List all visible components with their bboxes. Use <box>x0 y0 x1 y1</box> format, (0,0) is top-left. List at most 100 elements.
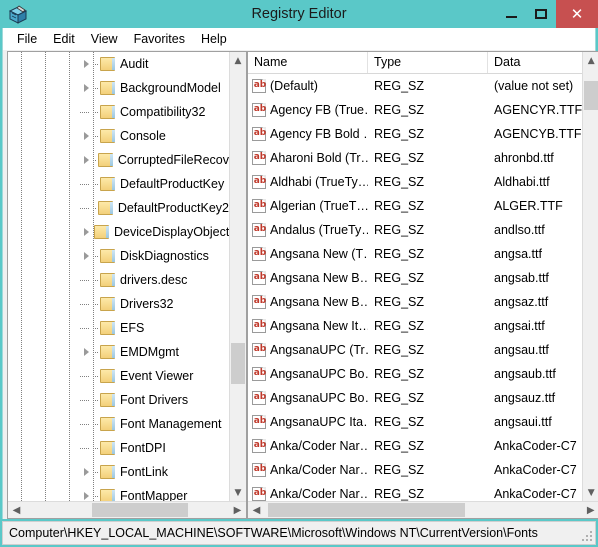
tree-hscroll-track[interactable] <box>25 502 229 518</box>
tree-item-backgroundmodel[interactable]: BackgroundModel <box>8 76 229 100</box>
close-button[interactable]: ✕ <box>556 0 598 28</box>
column-header-name[interactable]: Name <box>248 52 368 73</box>
tree-connector-line <box>93 303 99 305</box>
value-type-cell: REG_SZ <box>374 247 425 261</box>
column-header-type[interactable]: Type <box>368 52 488 73</box>
menu-item-edit[interactable]: Edit <box>45 30 83 48</box>
table-row[interactable]: Anka/Coder Nar… REG_SZ AnkaCoder-C7 <box>248 458 582 482</box>
expand-arrow-icon[interactable] <box>77 348 93 356</box>
registry-tree[interactable]: Audit BackgroundModel Compatibility32 Conso… <box>8 52 229 501</box>
table-row[interactable]: Algerian (TrueT… REG_SZ ALGER.TTF <box>248 194 582 218</box>
menu-item-help[interactable]: Help <box>193 30 235 48</box>
table-row[interactable]: Angsana New B… REG_SZ angsab.ttf <box>248 266 582 290</box>
expand-arrow-icon[interactable] <box>77 60 93 68</box>
expand-arrow-icon[interactable] <box>77 252 93 260</box>
expand-arrow-icon[interactable] <box>77 228 93 236</box>
table-row[interactable]: Andalus (TrueTy… REG_SZ andlso.ttf <box>248 218 582 242</box>
tree-item-label: Compatibility32 <box>120 105 206 119</box>
table-row[interactable]: Aharoni Bold (Tr… REG_SZ ahronbd.ttf <box>248 146 582 170</box>
tree-item-content: BackgroundModel <box>100 81 221 95</box>
table-row[interactable]: AngsanaUPC (Tr… REG_SZ angsau.ttf <box>248 338 582 362</box>
tree-scroll-up-icon[interactable]: ▲ <box>230 52 246 69</box>
table-row[interactable]: (Default) REG_SZ (value not set) <box>248 74 582 98</box>
value-name-label: Aharoni Bold (Tr… <box>270 151 368 165</box>
list-scroll-track[interactable] <box>583 69 598 484</box>
value-name-cell: (Default) <box>248 79 368 93</box>
list-vertical-scrollbar[interactable]: ▲ ▼ <box>582 52 598 501</box>
menu-item-view[interactable]: View <box>83 30 126 48</box>
tree-item-fontmapper[interactable]: FontMapper <box>8 484 229 501</box>
value-name-cell: Anka/Coder Nar… <box>248 439 368 453</box>
expand-arrow-icon[interactable] <box>77 492 93 500</box>
table-row[interactable]: Agency FB (True… REG_SZ AGENCYR.TTF <box>248 98 582 122</box>
tree-horizontal-scrollbar[interactable]: ◀ ▶ <box>8 501 246 518</box>
table-row[interactable]: AngsanaUPC Bo… REG_SZ angsaub.ttf <box>248 362 582 386</box>
tree-item-defaultproductkey2[interactable]: DefaultProductKey2 <box>8 196 229 220</box>
column-header-data[interactable]: Data <box>488 52 582 73</box>
resize-grip-icon[interactable] <box>582 531 592 541</box>
title-bar[interactable]: Registry Editor ✕ <box>0 0 598 28</box>
tree-item-corruptedfilerecov[interactable]: CorruptedFileRecov <box>8 148 229 172</box>
tree-item-emdmgmt[interactable]: EMDMgmt <box>8 340 229 364</box>
tree-scroll-right-icon[interactable]: ▶ <box>229 502 246 518</box>
table-row[interactable]: Aldhabi (TrueTy… REG_SZ Aldhabi.ttf <box>248 170 582 194</box>
tree-item-diskdiagnostics[interactable]: DiskDiagnostics <box>8 244 229 268</box>
expand-arrow-icon[interactable] <box>77 156 93 164</box>
tree-item-event-viewer[interactable]: Event Viewer <box>8 364 229 388</box>
window-controls: ✕ <box>496 0 598 28</box>
list-scroll-right-icon[interactable]: ▶ <box>582 502 598 518</box>
tree-connector-line <box>93 255 99 257</box>
main-content: Audit BackgroundModel Compatibility32 Conso… <box>2 50 598 519</box>
list-horizontal-scrollbar[interactable]: ◀ ▶ <box>248 501 598 518</box>
maximize-button[interactable] <box>526 0 556 28</box>
table-row[interactable]: Angsana New B… REG_SZ angsaz.ttf <box>248 290 582 314</box>
table-row[interactable]: Anka/Coder Nar… REG_SZ AnkaCoder-C7 <box>248 482 582 501</box>
string-value-icon <box>252 79 267 93</box>
folder-icon <box>100 369 116 383</box>
table-row[interactable]: Agency FB Bold … REG_SZ AGENCYB.TTF <box>248 122 582 146</box>
tree-item-drivers32[interactable]: Drivers32 <box>8 292 229 316</box>
tree-item-compatibility32[interactable]: Compatibility32 <box>8 100 229 124</box>
tree-item-efs[interactable]: EFS <box>8 316 229 340</box>
list-hscroll-thumb[interactable] <box>268 503 465 517</box>
tree-item-label: FontDPI <box>120 441 166 455</box>
table-row[interactable]: Anka/Coder Nar… REG_SZ AnkaCoder-C7 <box>248 434 582 458</box>
value-type-cell: REG_SZ <box>374 295 425 309</box>
tree-item-fontdpi[interactable]: FontDPI <box>8 436 229 460</box>
tree-item-console[interactable]: Console <box>8 124 229 148</box>
tree-hscroll-thumb[interactable] <box>92 503 189 517</box>
expand-arrow-icon[interactable] <box>77 468 93 476</box>
registry-values-list[interactable]: (Default) REG_SZ (value not set) Agency FB … <box>248 74 583 501</box>
chevron-right-icon <box>83 468 89 476</box>
tree-scroll-down-icon[interactable]: ▼ <box>230 484 246 501</box>
list-scroll-left-icon[interactable]: ◀ <box>248 502 265 518</box>
minimize-button[interactable] <box>496 0 526 28</box>
table-row[interactable]: AngsanaUPC Ita… REG_SZ angsaui.ttf <box>248 410 582 434</box>
table-row[interactable]: Angsana New It… REG_SZ angsai.ttf <box>248 314 582 338</box>
menu-item-file[interactable]: File <box>9 30 45 48</box>
tree-scroll-left-icon[interactable]: ◀ <box>8 502 25 518</box>
list-scroll-thumb[interactable] <box>584 81 598 111</box>
expand-arrow-icon[interactable] <box>77 132 93 140</box>
tree-vertical-scrollbar[interactable]: ▲ ▼ <box>229 52 246 501</box>
tree-item-font-drivers[interactable]: Font Drivers <box>8 388 229 412</box>
table-row[interactable]: Angsana New (T… REG_SZ angsa.ttf <box>248 242 582 266</box>
expand-arrow-icon[interactable] <box>77 84 93 92</box>
tree-item-drivers-desc[interactable]: drivers.desc <box>8 268 229 292</box>
tree-item-audit[interactable]: Audit <box>8 52 229 76</box>
tree-scroll-track[interactable] <box>230 69 246 484</box>
tree-item-defaultproductkey[interactable]: DefaultProductKey <box>8 172 229 196</box>
folder-icon <box>100 465 116 479</box>
tree-item-content: CorruptedFileRecov <box>97 153 229 167</box>
value-data-cell: angsab.ttf <box>494 271 549 285</box>
tree-item-devicedisplayobject[interactable]: DeviceDisplayObject <box>8 220 229 244</box>
menu-item-favorites[interactable]: Favorites <box>126 30 193 48</box>
table-row[interactable]: AngsanaUPC Bo… REG_SZ angsauz.ttf <box>248 386 582 410</box>
tree-scroll-thumb[interactable] <box>231 342 245 385</box>
list-scroll-down-icon[interactable]: ▼ <box>583 484 598 501</box>
list-hscroll-track[interactable] <box>265 502 582 518</box>
chevron-right-icon <box>83 60 89 68</box>
tree-item-fontlink[interactable]: FontLink <box>8 460 229 484</box>
list-scroll-up-icon[interactable]: ▲ <box>583 52 598 69</box>
tree-item-font-management[interactable]: Font Management <box>8 412 229 436</box>
